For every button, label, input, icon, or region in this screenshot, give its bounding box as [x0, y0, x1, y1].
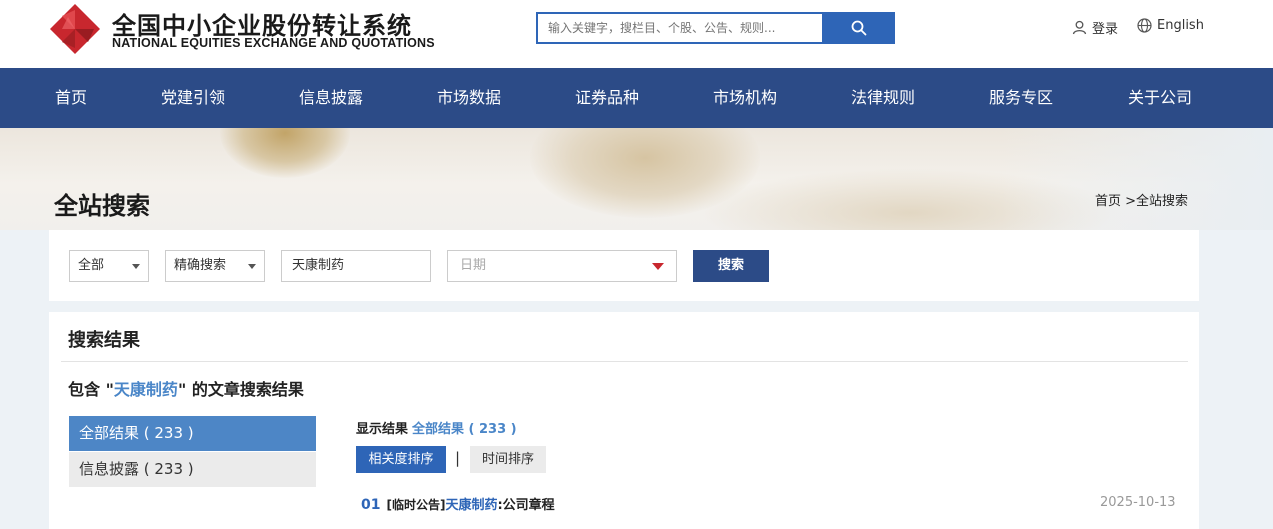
result-date: 2025-10-13 [1100, 495, 1176, 510]
banner-fade [1000, 128, 1273, 230]
results-panel: 搜索结果 包含 "天康制药" 的文章搜索结果 全部结果 ( 233 ) 信息披露… [49, 312, 1199, 529]
category-all[interactable]: 全部结果 ( 233 ) [69, 416, 316, 451]
sort-time-button[interactable]: 时间排序 [470, 446, 546, 473]
nav-item-about[interactable]: 关于公司 [1128, 68, 1192, 128]
result-number: 01 [361, 497, 381, 513]
date-placeholder: 日期 [460, 258, 487, 273]
shown-results: 显示结果 全部结果 ( 233 ) [356, 418, 517, 437]
nav-item-services[interactable]: 服务专区 [989, 68, 1053, 128]
results-keyword: 天康制药 [113, 380, 178, 399]
main-nav: 首页 党建引领 信息披露 市场数据 证券品种 市场机构 法律规则 服务专区 关于… [0, 68, 1273, 128]
search-icon [851, 20, 866, 36]
mode-select-value: 精确搜索 [174, 258, 227, 273]
mode-select[interactable]: 精确搜索 [165, 250, 265, 282]
page-title: 全站搜索 [54, 192, 150, 220]
nav-item-institutions[interactable]: 市场机构 [713, 68, 777, 128]
results-subtitle-suffix: " 的文章搜索结果 [177, 380, 304, 399]
login-link[interactable]: 登录 [1072, 18, 1118, 37]
search-button[interactable]: 搜索 [693, 250, 769, 282]
triangle-down-icon [652, 263, 664, 270]
site-search-input[interactable] [536, 12, 822, 44]
result-company: 天康制药 [445, 498, 498, 513]
user-icon [1072, 20, 1087, 35]
results-title: 搜索结果 [68, 330, 140, 351]
scope-select-value: 全部 [78, 258, 105, 273]
result-tag: [临时公告] [386, 498, 446, 512]
scope-select[interactable]: 全部 [69, 250, 149, 282]
site-header: 全国中小企业股份转让系统 NATIONAL EQUITIES EXCHANGE … [0, 0, 1273, 68]
nav-item-rules[interactable]: 法律规则 [851, 68, 915, 128]
keyword-input[interactable]: 天康制药 [281, 250, 431, 282]
date-select[interactable]: 日期 [447, 250, 677, 282]
language-label: English [1157, 18, 1204, 33]
chevron-down-icon [248, 264, 256, 269]
login-label: 登录 [1092, 22, 1119, 37]
chevron-down-icon [132, 264, 140, 269]
nav-item-party[interactable]: 党建引领 [161, 68, 225, 128]
sort-relevance-button[interactable]: 相关度排序 [356, 446, 446, 473]
breadcrumb[interactable]: 首页 >全站搜索 [1095, 190, 1188, 209]
nav-item-home[interactable]: 首页 [55, 68, 87, 128]
search-filter-bar: 全部 精确搜索 天康制药 日期 搜索 [49, 230, 1199, 301]
page-banner: 全站搜索 首页 >全站搜索 [0, 128, 1273, 230]
results-subtitle: 包含 "天康制药" 的文章搜索结果 [68, 376, 304, 400]
language-switch[interactable]: English [1137, 18, 1204, 33]
result-item[interactable]: 01 [临时公告]天康制药:公司章程 [361, 494, 555, 513]
nav-item-market-data[interactable]: 市场数据 [437, 68, 501, 128]
nav-item-securities[interactable]: 证券品种 [575, 68, 639, 128]
globe-icon [1137, 18, 1152, 33]
brand-name-en[interactable]: NATIONAL EQUITIES EXCHANGE AND QUOTATION… [112, 36, 435, 50]
shown-count: 全部结果 ( 233 ) [412, 422, 517, 437]
shown-label: 显示结果 [356, 422, 409, 437]
results-subtitle-prefix: 包含 " [68, 380, 114, 399]
banner-decoration [220, 128, 350, 178]
sort-separator: | [455, 449, 461, 467]
logo-icon[interactable] [48, 2, 102, 56]
category-disclosure[interactable]: 信息披露 ( 233 ) [69, 452, 316, 487]
site-search-button[interactable] [822, 12, 895, 44]
divider [61, 361, 1188, 362]
nav-item-disclosure[interactable]: 信息披露 [299, 68, 363, 128]
result-title: :公司章程 [497, 498, 555, 513]
